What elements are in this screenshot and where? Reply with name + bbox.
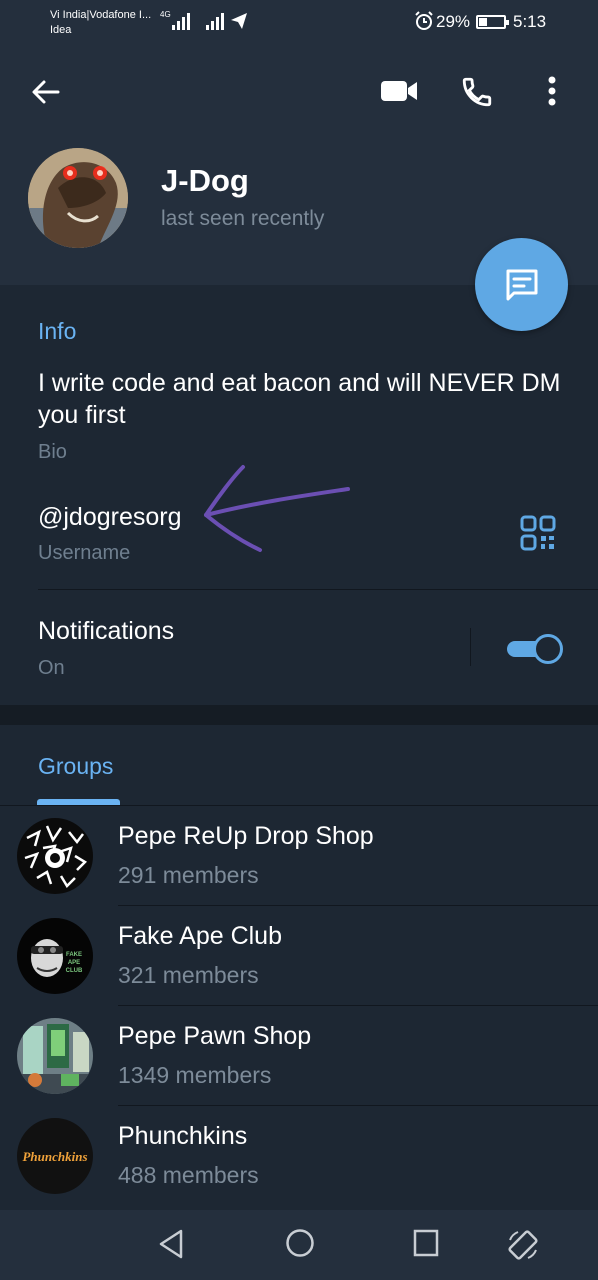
group-name: Fake Ape Club [118, 922, 282, 950]
username-value[interactable]: @jdogresorg [38, 503, 182, 532]
svg-text:Phunchkins: Phunchkins [22, 1149, 87, 1164]
more-vert-icon[interactable] [548, 76, 556, 106]
avatar[interactable] [28, 148, 128, 248]
profile-name: J-Dog [161, 163, 249, 198]
group-members: 291 members [118, 862, 259, 888]
fake-ape-avatar-image: FAKE APE CLUB [17, 918, 93, 994]
recents-square-icon[interactable] [412, 1228, 440, 1258]
list-item[interactable]: FAKE APE CLUB Fake Ape Club 321 members [0, 906, 598, 1006]
pepe-pawn-avatar-image [17, 1018, 93, 1094]
info-section-title: Info [38, 318, 77, 344]
list-item[interactable]: Pepe ReUp Drop Shop 291 members [0, 806, 598, 906]
group-members: 1349 members [118, 1062, 272, 1088]
telegram-icon [231, 13, 247, 29]
send-message-button[interactable] [475, 238, 568, 331]
message-icon [506, 269, 537, 300]
svg-text:CLUB: CLUB [66, 968, 83, 974]
phone-icon[interactable] [460, 75, 494, 109]
arrow-left-icon[interactable] [28, 74, 64, 110]
carrier-name: Vi India|Vodafone I... Idea [50, 8, 151, 38]
username-label: Username [38, 542, 131, 564]
divider [470, 628, 471, 666]
notifications-toggle[interactable] [507, 634, 563, 664]
section-gap [0, 705, 598, 725]
svg-text:APE: APE [68, 960, 80, 966]
group-members: 321 members [118, 962, 259, 988]
tab-groups[interactable]: Groups [38, 753, 113, 780]
list-item[interactable]: Phunchkins Phunchkins 488 members [0, 1106, 598, 1206]
phunchkins-avatar-image: Phunchkins [17, 1118, 93, 1194]
network-type-label: 4G [160, 10, 171, 19]
battery-icon [476, 15, 509, 29]
last-seen-status: last seen recently [161, 207, 325, 230]
status-bar: Vi India|Vodafone I... Idea 4G 29% 5:13 [0, 0, 598, 48]
rotate-screen-icon[interactable] [506, 1228, 540, 1262]
bio-label: Bio [38, 441, 67, 463]
signal-icon [172, 12, 190, 30]
svg-text:FAKE: FAKE [66, 952, 82, 958]
group-name: Pepe Pawn Shop [118, 1022, 312, 1050]
notifications-state: On [38, 657, 65, 679]
signal-icon [206, 12, 224, 30]
home-circle-icon[interactable] [285, 1228, 315, 1258]
group-name: Pepe ReUp Drop Shop [118, 822, 374, 850]
battery-percent: 29% [436, 12, 471, 31]
alarm-icon [415, 11, 433, 30]
shared-groups-section: Groups Pepe ReUp Drop Shop 291 members F… [0, 725, 598, 1210]
hand-drawn-arrow-annotation [204, 465, 350, 552]
divider [38, 589, 598, 590]
notifications-title[interactable]: Notifications [38, 617, 174, 646]
list-item[interactable]: Pepe Pawn Shop 1349 members [0, 1006, 598, 1106]
info-section: Info I write code and eat bacon and will… [0, 285, 598, 705]
system-nav-bar [0, 1210, 598, 1280]
group-members: 488 members [118, 1162, 259, 1188]
group-name: Phunchkins [118, 1122, 248, 1150]
group-avatar: FAKE APE CLUB [17, 918, 93, 994]
qr-code-icon[interactable] [520, 515, 556, 551]
back-triangle-icon[interactable] [157, 1228, 185, 1260]
video-call-icon[interactable] [380, 78, 418, 104]
carrier-line-1: Vi India|Vodafone I... [50, 9, 152, 21]
pepe-reup-avatar-image [17, 818, 93, 894]
carrier-line-2: Idea [50, 24, 72, 36]
group-avatar [17, 1018, 93, 1094]
horse-mask-avatar-image [28, 148, 128, 248]
clock: 5:13 [513, 12, 547, 31]
group-avatar [17, 818, 93, 894]
bio-text[interactable]: I write code and eat bacon and will NEVE… [38, 367, 568, 431]
group-avatar: Phunchkins [17, 1118, 93, 1194]
